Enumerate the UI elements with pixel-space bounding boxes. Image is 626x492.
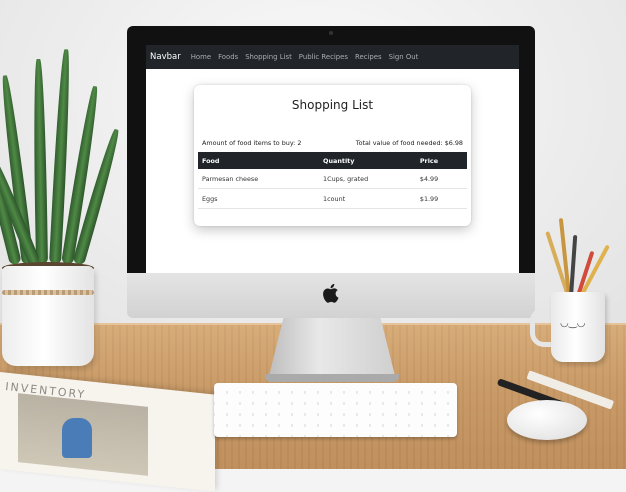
navbar-brand[interactable]: Navbar	[150, 52, 181, 62]
apple-logo-icon	[322, 282, 342, 304]
cell-quantity: 1count	[319, 188, 416, 209]
book-cover-figure	[62, 418, 92, 458]
cell-price: $4.99	[415, 169, 467, 189]
cell-price: $1.99	[415, 188, 467, 209]
header-price: Price	[415, 152, 467, 169]
nav-link-home[interactable]: Home	[191, 53, 211, 61]
navbar: Navbar Home Foods Shopping List Public R…	[146, 45, 519, 69]
keyboard	[214, 383, 457, 437]
nav-link-foods[interactable]: Foods	[218, 53, 238, 61]
nav-link-recipes[interactable]: Recipes	[355, 53, 382, 61]
monitor-stand-base	[265, 374, 399, 382]
table-header-row: Food Quantity Price	[198, 152, 467, 169]
table-row: Eggs 1count $1.99	[198, 188, 467, 209]
nav-link-public-recipes[interactable]: Public Recipes	[299, 53, 348, 61]
cell-food: Eggs	[198, 188, 320, 209]
shopping-list-card: Shopping List Amount of food items to bu…	[194, 85, 471, 226]
plant-pot	[2, 266, 94, 366]
items-count-label: Amount of food items to buy: 2	[202, 139, 302, 147]
total-value-label: Total value of food needed: $6.98	[355, 139, 463, 147]
header-food: Food	[198, 152, 320, 169]
nav-link-sign-out[interactable]: Sign Out	[389, 53, 419, 61]
page-title: Shopping List	[291, 98, 374, 112]
monitor-stand	[268, 318, 396, 380]
header-quantity: Quantity	[319, 152, 416, 169]
camera-icon	[329, 31, 333, 35]
mouse	[507, 400, 587, 440]
table-row: Parmesan cheese 1Cups, grated $4.99	[198, 169, 467, 189]
cup-face: ◡‿◡	[560, 318, 586, 329]
cell-quantity: 1Cups, grated	[319, 169, 416, 189]
cell-food: Parmesan cheese	[198, 169, 320, 189]
nav-link-shopping-list[interactable]: Shopping List	[245, 53, 292, 61]
shopping-list-table: Food Quantity Price Parmesan cheese 1Cup…	[198, 152, 467, 209]
pot-twine	[2, 290, 94, 295]
app-screen: Navbar Home Foods Shopping List Public R…	[146, 45, 519, 273]
